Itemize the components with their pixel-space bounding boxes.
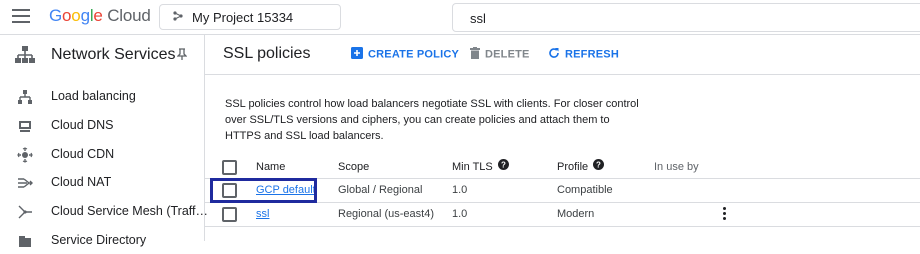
google-cloud-logo[interactable]: Google Cloud	[49, 6, 151, 26]
delete-label: DELETE	[485, 48, 530, 61]
table-row: GCP default Global / Regional 1.0 Compat…	[205, 179, 920, 203]
table-header: Name Scope Min TLS? Profile? In use by	[205, 156, 920, 179]
select-all-checkbox[interactable]	[222, 160, 237, 175]
main-content: SSL policies CREATE POLICY DELETE REFRES…	[205, 35, 920, 241]
logo-cloud-word: Cloud	[107, 6, 151, 25]
row-checkbox[interactable]	[222, 183, 237, 198]
sidebar-item-label: Cloud NAT	[51, 175, 112, 189]
help-icon[interactable]: ?	[593, 159, 605, 173]
policy-scope: Global / Regional	[338, 184, 423, 196]
profile-header-label: Profile	[557, 161, 589, 173]
sidebar-item-cloud-cdn[interactable]: Cloud CDN	[0, 140, 204, 168]
top-bar: Google Cloud My Project 15334	[0, 0, 920, 35]
sidebar-item-label: Cloud Service Mesh (Traff…	[51, 204, 208, 218]
column-header-in-use-by[interactable]: In use by	[654, 161, 699, 173]
create-policy-label: CREATE POLICY	[368, 48, 460, 61]
project-hub-icon	[172, 10, 184, 25]
load-balancing-icon	[17, 89, 33, 105]
sidebar-title: Network Services	[51, 46, 176, 63]
sidebar-item-cloud-service-mesh[interactable]: Cloud Service Mesh (Traff…	[0, 197, 208, 225]
policy-name-link[interactable]: ssl	[256, 208, 269, 220]
help-icon[interactable]: ?	[497, 159, 509, 173]
sidebar-header: Network Services	[0, 35, 204, 75]
project-name: My Project 15334	[192, 10, 294, 25]
sidebar-item-load-balancing[interactable]: Load balancing	[0, 82, 204, 110]
sidebar-item-label: Load balancing	[51, 89, 136, 103]
sidebar-item-cloud-dns[interactable]: Cloud DNS	[0, 111, 204, 139]
sidebar-item-service-directory[interactable]: Service Directory	[0, 226, 204, 254]
pin-icon[interactable]	[176, 48, 188, 66]
logo-letter: o	[71, 6, 81, 25]
refresh-label: REFRESH	[565, 48, 619, 61]
refresh-button[interactable]: REFRESH	[548, 47, 619, 62]
row-checkbox[interactable]	[222, 207, 237, 222]
logo-letter: g	[80, 6, 90, 25]
column-header-scope[interactable]: Scope	[338, 161, 369, 173]
sidebar-item-label: Cloud CDN	[51, 147, 115, 161]
add-box-icon	[351, 47, 363, 62]
dns-icon	[17, 118, 33, 134]
service-directory-icon	[17, 233, 33, 249]
policy-scope: Regional (us-east4)	[338, 208, 434, 220]
column-header-profile[interactable]: Profile?	[557, 159, 605, 173]
project-picker[interactable]: My Project 15334	[159, 4, 341, 30]
create-policy-button[interactable]: CREATE POLICY	[351, 47, 459, 62]
refresh-icon	[548, 47, 560, 62]
policy-name-link[interactable]: GCP default	[256, 184, 316, 196]
action-toolbar: SSL policies CREATE POLICY DELETE REFRES…	[205, 35, 920, 75]
service-mesh-icon	[17, 204, 33, 220]
search-box[interactable]	[452, 3, 920, 32]
trash-icon	[470, 47, 480, 62]
page-title: SSL policies	[223, 45, 311, 62]
svg-text:?: ?	[501, 161, 506, 170]
page-description: SSL policies control how load balancers …	[225, 98, 639, 142]
column-header-min-tls[interactable]: Min TLS?	[452, 159, 509, 173]
delete-button[interactable]: DELETE	[470, 47, 530, 62]
column-header-name[interactable]: Name	[256, 161, 285, 173]
table-row: ssl Regional (us-east4) 1.0 Modern	[205, 203, 920, 227]
policy-profile: Compatible	[557, 184, 613, 196]
sidebar: Network Services Load balancing Cloud DN…	[0, 35, 208, 247]
logo-letter: G	[49, 6, 63, 25]
sidebar-item-cloud-nat[interactable]: Cloud NAT	[0, 168, 204, 196]
cdn-icon	[17, 147, 33, 163]
sidebar-item-label: Service Directory	[51, 233, 147, 247]
policy-min-tls: 1.0	[452, 184, 468, 196]
hamburger-menu-icon[interactable]	[12, 9, 30, 23]
nat-icon	[17, 175, 33, 191]
more-actions-icon[interactable]	[723, 207, 727, 222]
min-tls-header-label: Min TLS	[452, 161, 493, 173]
sidebar-item-label: Cloud DNS	[51, 118, 114, 132]
logo-letter: o	[62, 6, 72, 25]
policy-min-tls: 1.0	[452, 208, 468, 220]
logo-letter: e	[93, 6, 103, 25]
network-services-icon	[14, 45, 36, 70]
search-input[interactable]	[468, 10, 772, 27]
policy-profile: Modern	[557, 208, 595, 220]
svg-text:?: ?	[596, 161, 601, 170]
